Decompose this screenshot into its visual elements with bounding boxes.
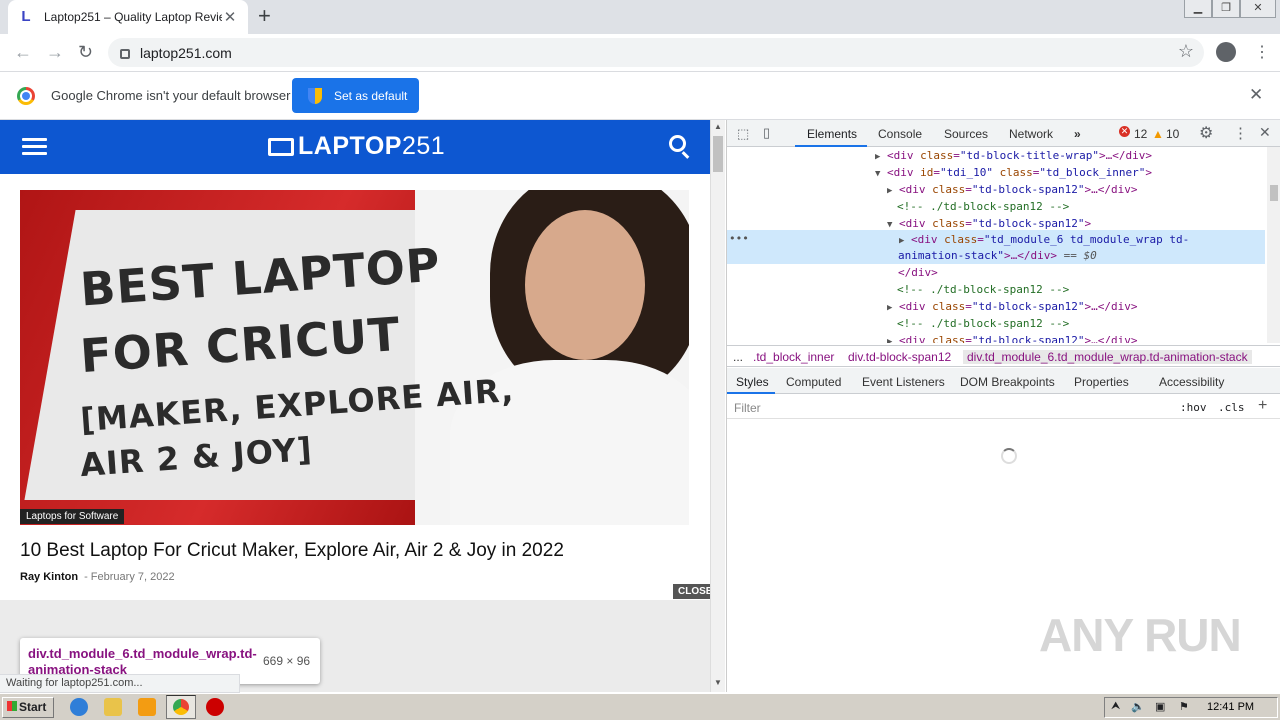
breadcrumb-overflow[interactable]: ...	[733, 350, 743, 364]
start-button[interactable]: Start	[2, 697, 54, 718]
breadcrumb-item[interactable]: div.td-block-span12	[848, 350, 951, 364]
devtools-close-icon[interactable]: ✕	[1259, 124, 1271, 141]
hov-toggle[interactable]: :hov	[1180, 401, 1207, 414]
inspect-element-icon[interactable]: ⬚	[737, 126, 749, 142]
tab-console[interactable]: Console	[878, 127, 922, 141]
clock[interactable]: 12:41 PM	[1207, 701, 1254, 713]
url-text: laptop251.com	[140, 44, 232, 61]
shield-icon	[308, 87, 322, 104]
cls-toggle[interactable]: .cls	[1218, 401, 1245, 414]
device-toolbar-icon[interactable]: ▯	[763, 125, 770, 141]
forward-icon[interactable]: →	[46, 42, 64, 62]
anyrun-watermark: ANY RUN	[1039, 609, 1242, 661]
address-bar[interactable]: laptop251.com ☆	[108, 38, 1204, 67]
error-count[interactable]: 12	[1134, 127, 1147, 141]
site-favicon-icon: L	[21, 8, 31, 25]
post-date: February 7, 2022	[90, 571, 175, 583]
post-meta: Ray Kinton - February 7, 2022	[20, 571, 175, 583]
lock-icon	[120, 48, 130, 59]
warning-count[interactable]: 10	[1166, 127, 1179, 141]
web-page: LAPTOP 251 BEST LAPTOP FOR CRICUT [MAKER,…	[0, 120, 710, 692]
back-icon[interactable]: ←	[14, 42, 32, 62]
tab-elements[interactable]: Elements	[807, 127, 857, 141]
chrome-taskbar-button[interactable]	[166, 695, 196, 719]
tab-styles[interactable]: Styles	[736, 375, 769, 389]
antivirus-icon[interactable]	[206, 698, 224, 716]
breadcrumb-item-active[interactable]: div.td_module_6.td_module_wrap.td-animat…	[963, 350, 1252, 364]
dom-tree[interactable]: ••• ▶ <div class="td-block-title-wrap">……	[727, 147, 1280, 343]
logo-number: 251	[401, 132, 446, 160]
browser-toolbar: ← → ↻ laptop251.com ☆ ⋮	[0, 34, 1280, 72]
breadcrumb-item[interactable]: .td_block_inner	[753, 350, 834, 364]
tab-title: Laptop251 – Quality Laptop Reviews	[44, 10, 222, 24]
explorer-icon[interactable]	[104, 698, 122, 716]
media-player-icon[interactable]	[138, 698, 156, 716]
dom-scrollbar[interactable]	[1267, 147, 1280, 343]
devtools-panel: ⬚ ▯ Elements Console Sources Network » ✕…	[726, 120, 1280, 692]
browser-tab[interactable]: L Laptop251 – Quality Laptop Reviews ✕	[8, 0, 248, 34]
set-default-label: Set as default	[334, 88, 408, 103]
tab-properties[interactable]: Properties	[1074, 375, 1129, 389]
windows-taskbar: Start ⮝ 🔈 ▣ ⚑ 12:41 PM	[0, 693, 1280, 720]
reload-icon[interactable]: ↻	[78, 42, 93, 62]
close-ad-button[interactable]: CLOSE	[673, 584, 710, 599]
tab-network[interactable]: Network	[1009, 127, 1053, 141]
ie-icon[interactable]	[70, 698, 88, 716]
system-tray: ⮝ 🔈 ▣ ⚑ 12:41 PM	[1104, 697, 1278, 718]
close-window-button[interactable]: ✕	[1240, 0, 1276, 18]
page-scrollbar[interactable]: ▲ ▼	[710, 120, 725, 692]
devtools-menu-icon[interactable]: ⋮	[1233, 124, 1248, 142]
more-tabs-icon[interactable]: »	[1074, 127, 1081, 141]
logo-text: LAPTOP	[298, 132, 402, 160]
site-logo[interactable]: LAPTOP 251	[268, 132, 445, 161]
windows-logo-icon	[7, 701, 17, 711]
status-bubble: Waiting for laptop251.com...	[0, 674, 240, 693]
tab-computed[interactable]: Computed	[786, 375, 841, 389]
profile-avatar-icon[interactable]	[1216, 42, 1236, 62]
restore-button[interactable]: ❐	[1212, 0, 1240, 18]
post-title[interactable]: 10 Best Laptop For Cricut Maker, Explore…	[20, 540, 564, 562]
site-header: LAPTOP 251	[0, 120, 710, 174]
tray-expand-icon[interactable]: ⮝	[1111, 700, 1120, 713]
tab-strip: L Laptop251 – Quality Laptop Reviews ✕ +…	[0, 0, 1280, 34]
hamburger-menu-icon[interactable]	[22, 138, 47, 156]
loading-spinner-icon	[1001, 448, 1017, 464]
error-icon: ✕	[1119, 126, 1130, 137]
tab-dom-breakpoints[interactable]: DOM Breakpoints	[960, 375, 1055, 389]
laptop-icon	[268, 137, 294, 156]
tab-accessibility[interactable]: Accessibility	[1159, 375, 1224, 389]
post-author[interactable]: Ray Kinton	[20, 571, 78, 583]
close-tab-icon[interactable]: ✕	[222, 8, 238, 26]
chrome-menu-icon[interactable]: ⋮	[1254, 42, 1270, 62]
search-icon[interactable]	[669, 135, 686, 152]
styles-tabbar: Styles Computed Event Listeners DOM Brea…	[727, 368, 1280, 394]
breadcrumb: ... .td_block_inner div.td-block-span12 …	[727, 345, 1280, 367]
start-label: Start	[19, 700, 47, 714]
devtools-tabbar: ⬚ ▯ Elements Console Sources Network » ✕…	[727, 120, 1280, 147]
network-icon[interactable]: ▣	[1155, 700, 1165, 713]
featured-image[interactable]: BEST LAPTOP FOR CRICUT [MAKER, EXPLORE A…	[20, 190, 689, 525]
volume-icon[interactable]: 🔈	[1131, 700, 1145, 713]
scrollbar-thumb[interactable]	[713, 136, 723, 172]
styles-filter-input[interactable]: Filter	[734, 401, 761, 415]
bookmark-star-icon[interactable]: ☆	[1178, 41, 1194, 62]
warning-icon: ▲	[1152, 127, 1164, 141]
node-ellipsis-icon[interactable]: •••	[729, 230, 749, 247]
default-browser-infobar: Google Chrome isn't your default browser…	[0, 72, 1280, 120]
tooltip-dimensions: 669 × 96	[263, 654, 311, 668]
tab-sources[interactable]: Sources	[944, 127, 988, 141]
set-default-button[interactable]: Set as default	[292, 78, 419, 113]
infobar-close-icon[interactable]: ✕	[1249, 85, 1263, 105]
new-rule-icon[interactable]: +	[1258, 397, 1267, 415]
settings-gear-icon[interactable]: ⚙	[1199, 123, 1213, 143]
infobar-message: Google Chrome isn't your default browser	[51, 88, 291, 103]
styles-filter-row: Filter :hov .cls +	[727, 395, 1280, 419]
minimize-button[interactable]: ▁	[1184, 0, 1212, 18]
new-tab-button[interactable]: +	[258, 5, 271, 27]
chrome-logo-icon	[17, 87, 35, 105]
chrome-icon	[173, 699, 189, 715]
tab-event-listeners[interactable]: Event Listeners	[862, 375, 945, 389]
category-badge[interactable]: Laptops for Software	[20, 509, 125, 524]
flag-icon[interactable]: ⚑	[1179, 700, 1189, 713]
